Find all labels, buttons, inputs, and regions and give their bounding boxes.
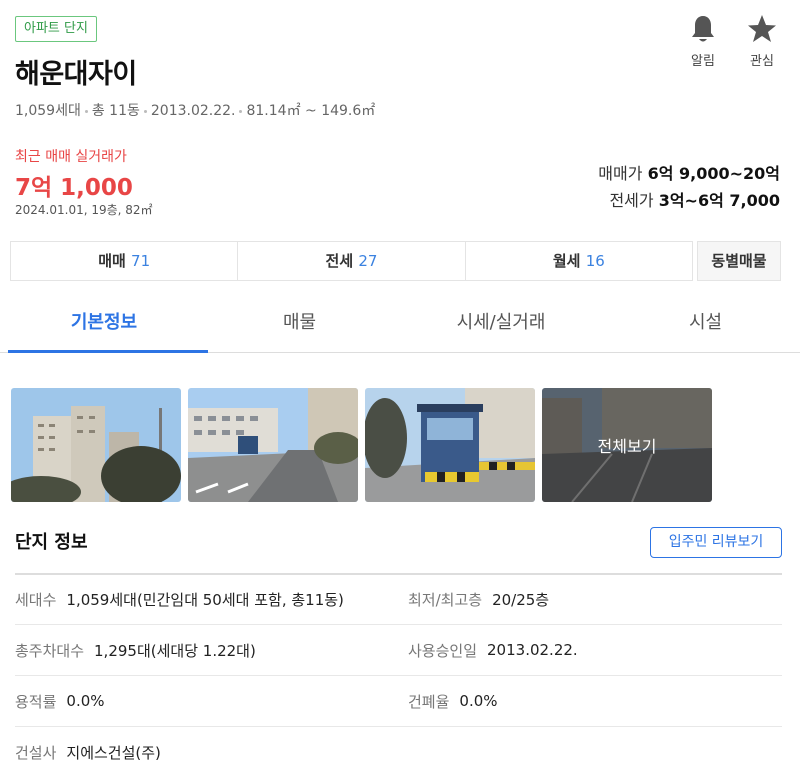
info-value: 1,059세대(민간임대 50세대 포함, 총11동) xyxy=(66,591,344,609)
tab-basic-info[interactable]: 기본정보 xyxy=(0,296,208,353)
info-label: 총주차대수 xyxy=(15,641,85,660)
view-all-photos-button[interactable]: 전체보기 xyxy=(542,388,712,502)
photo-gallery: 전체보기 xyxy=(11,388,712,502)
jeonse-price-range: 전세가 3억~6억 7,000 xyxy=(609,187,780,211)
complex-info-table: 세대수 1,059세대(민간임대 50세대 포함, 총11동) 최저/최고층 20/… xyxy=(15,573,782,772)
info-label: 세대수 xyxy=(15,591,57,609)
complex-photo[interactable] xyxy=(11,388,181,502)
listing-type-bar: 매매 71 전세 27 월세 16 xyxy=(10,241,693,281)
monthly-listings-button[interactable]: 월세 16 xyxy=(466,242,692,280)
info-value: 1,295대(세대당 1.22대) xyxy=(94,641,256,660)
info-row: 용적률 0.0% 건폐율 0.0% xyxy=(15,675,782,726)
info-value: 20/25층 xyxy=(492,591,550,609)
property-type-badge: 아파트 단지 xyxy=(15,16,97,42)
jeonse-listings-button[interactable]: 전세 27 xyxy=(238,242,466,280)
jeonse-listings-label: 전세 xyxy=(325,252,354,270)
info-row: 총주차대수 1,295대(세대당 1.22대) 사용승인일 2013.02.22. xyxy=(15,624,782,675)
recent-trade-price: 7억 1,000 xyxy=(15,175,133,201)
complex-photo[interactable] xyxy=(188,388,358,502)
detail-tabs: 기본정보 매물 시세/실거래 시설 xyxy=(0,296,800,353)
sale-price-range: 매매가 6억 9,000~20억 xyxy=(598,160,780,184)
favorite-button[interactable]: 관심 xyxy=(742,14,782,69)
jeonse-price-value: 3억~6억 7,000 xyxy=(658,191,780,210)
sale-listings-label: 매매 xyxy=(98,252,126,270)
info-label: 최저/최고층 xyxy=(408,591,483,609)
complex-info-heading: 단지 정보 xyxy=(15,532,88,553)
info-value: 0.0% xyxy=(66,692,105,710)
separator-dot xyxy=(84,109,88,113)
tab-prices[interactable]: 시세/실거래 xyxy=(391,296,611,352)
info-value: 지에스건설(주) xyxy=(66,743,161,762)
resident-review-button[interactable]: 입주민 리뷰보기 xyxy=(650,527,782,558)
info-row: 건설사 지에스건설(주) xyxy=(15,726,782,772)
view-all-label: 전체보기 xyxy=(542,388,712,502)
area-range: 81.14㎡ ~ 149.6㎡ xyxy=(246,103,376,119)
alarm-label: 알림 xyxy=(691,54,715,69)
complex-photo[interactable] xyxy=(365,388,535,502)
sale-price-label: 매매가 xyxy=(598,164,643,183)
alarm-button[interactable]: 알림 xyxy=(683,14,723,69)
bell-icon xyxy=(692,16,714,42)
approval-date: 2013.02.22. xyxy=(150,103,236,119)
buildings: 총 11동 xyxy=(91,103,140,119)
star-icon xyxy=(748,15,776,42)
info-label: 건폐율 xyxy=(408,692,450,711)
complex-meta: 1,059세대 총 11동 2013.02.22. 81.14㎡ ~ 149.6㎡ xyxy=(15,100,375,120)
tab-listings[interactable]: 매물 xyxy=(208,296,391,352)
tab-facilities[interactable]: 시설 xyxy=(611,296,800,352)
favorite-label: 관심 xyxy=(750,54,774,69)
monthly-listings-label: 월세 xyxy=(552,252,581,270)
sale-price-value: 6억 9,000~20억 xyxy=(647,164,780,183)
jeonse-price-label: 전세가 xyxy=(609,191,654,210)
info-label: 용적률 xyxy=(15,692,57,711)
info-label: 건설사 xyxy=(15,743,57,762)
recent-trade-detail: 2024.01.01, 19층, 82㎡ xyxy=(15,203,153,217)
info-value: 0.0% xyxy=(459,692,498,710)
sale-listings-button[interactable]: 매매 71 xyxy=(11,242,239,280)
monthly-listings-count: 16 xyxy=(585,252,605,270)
sale-listings-count: 71 xyxy=(131,252,151,270)
jeonse-listings-count: 27 xyxy=(358,252,378,270)
households: 1,059세대 xyxy=(15,103,81,119)
recent-trade-label: 최근 매매 실거래가 xyxy=(15,149,127,165)
separator-dot xyxy=(239,109,243,113)
info-value: 2013.02.22. xyxy=(487,641,578,659)
info-row: 세대수 1,059세대(민간임대 50세대 포함, 총11동) 최저/최고층 20/… xyxy=(15,573,782,624)
listings-by-building-button[interactable]: 동별매물 xyxy=(697,241,781,281)
separator-dot xyxy=(143,109,147,113)
info-label: 사용승인일 xyxy=(408,641,478,660)
complex-title: 해운대자이 xyxy=(15,59,137,90)
